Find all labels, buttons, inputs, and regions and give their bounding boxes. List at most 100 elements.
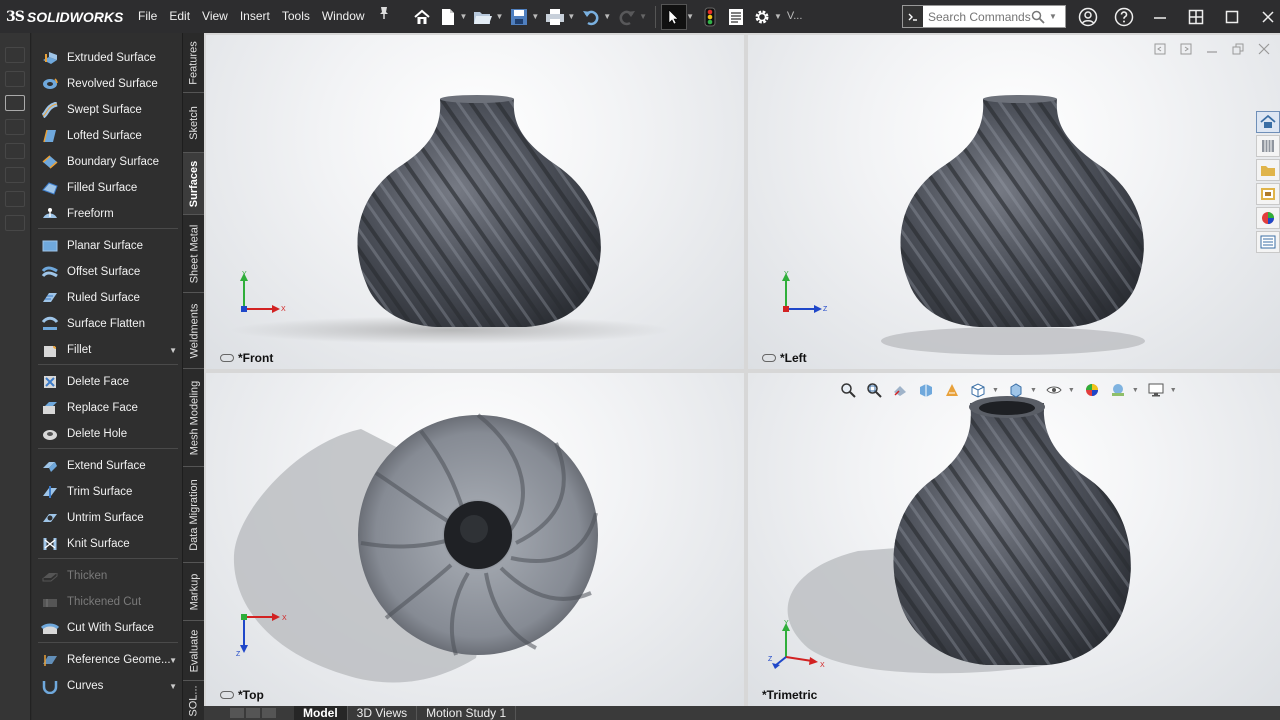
swept-surface-button[interactable]: Swept Surface bbox=[32, 98, 182, 122]
extend-surface-button[interactable]: Extend Surface bbox=[32, 454, 182, 478]
previous-view-icon[interactable] bbox=[888, 379, 912, 401]
ghost-tool-icon[interactable] bbox=[5, 143, 25, 159]
maximize-icon[interactable] bbox=[1214, 0, 1250, 33]
dynamic-annotation-icon[interactable] bbox=[940, 379, 964, 401]
scroll-prev-icon[interactable] bbox=[246, 708, 260, 718]
apply-scene-icon[interactable] bbox=[1106, 379, 1130, 401]
tab-data-migration[interactable]: Data Migration bbox=[183, 467, 205, 563]
minimize-icon[interactable] bbox=[1142, 0, 1178, 33]
viewport-front[interactable]: Y X *Front bbox=[206, 35, 744, 369]
tab-markup[interactable]: Markup bbox=[183, 563, 205, 621]
help-icon[interactable] bbox=[1106, 0, 1142, 33]
appearances-icon[interactable] bbox=[1256, 207, 1280, 229]
file-explorer-icon[interactable] bbox=[1256, 159, 1280, 181]
view-settings-icon[interactable] bbox=[1144, 379, 1168, 401]
tab-sheet-metal[interactable]: Sheet Metal bbox=[183, 215, 205, 293]
edit-appearance-icon[interactable] bbox=[1080, 379, 1104, 401]
cut-with-surface-button[interactable]: Cut With Surface bbox=[32, 616, 182, 640]
ghost-tool-icon[interactable] bbox=[5, 167, 25, 183]
planar-surface-button[interactable]: Planar Surface bbox=[32, 234, 182, 258]
solidworks-resources-home-icon[interactable] bbox=[1256, 111, 1280, 133]
search-commands-box[interactable]: ▼ bbox=[902, 5, 1066, 28]
print-dropdown-caret[interactable]: ▼ bbox=[567, 12, 575, 21]
print-icon[interactable] bbox=[542, 4, 568, 30]
file-properties-icon[interactable] bbox=[723, 4, 749, 30]
freeform-button[interactable]: Freeform bbox=[32, 202, 182, 226]
menu-edit[interactable]: Edit bbox=[163, 0, 196, 33]
link-views-icon[interactable] bbox=[1154, 43, 1166, 55]
untrim-surface-button[interactable]: Untrim Surface bbox=[32, 506, 182, 530]
section-view-icon[interactable] bbox=[914, 379, 938, 401]
select-dropdown-caret[interactable]: ▼ bbox=[686, 12, 694, 21]
rebuild-traffic-light-icon[interactable] bbox=[697, 4, 723, 30]
options-gear-icon[interactable] bbox=[749, 4, 775, 30]
surface-flatten-button[interactable]: Surface Flatten bbox=[32, 312, 182, 336]
filled-surface-button[interactable]: Filled Surface bbox=[32, 176, 182, 200]
boundary-surface-button[interactable]: Boundary Surface bbox=[32, 150, 182, 174]
design-library-icon[interactable] bbox=[1256, 135, 1280, 157]
ghost-tool-icon[interactable] bbox=[5, 191, 25, 207]
ruled-surface-button[interactable]: Ruled Surface bbox=[32, 286, 182, 310]
view-palette-icon[interactable] bbox=[1256, 183, 1280, 205]
hide-show-items-icon[interactable] bbox=[1042, 379, 1066, 401]
undo-dropdown-caret[interactable]: ▼ bbox=[603, 12, 611, 21]
tab-model[interactable]: Model bbox=[294, 706, 348, 720]
tab-evaluate[interactable]: Evaluate bbox=[183, 621, 205, 681]
revolved-surface-button[interactable]: Revolved Surface bbox=[32, 72, 182, 96]
menu-file[interactable]: File bbox=[132, 0, 163, 33]
save-icon[interactable] bbox=[506, 4, 532, 30]
options-dropdown-caret[interactable]: ▼ bbox=[774, 12, 782, 21]
ghost-tool-icon[interactable] bbox=[5, 47, 25, 63]
view-settings-caret[interactable]: ▼ bbox=[1170, 387, 1177, 394]
user-account-icon[interactable] bbox=[1070, 0, 1106, 33]
delete-face-button[interactable]: Delete Face bbox=[32, 370, 182, 394]
undo-icon[interactable] bbox=[578, 4, 604, 30]
search-dropdown-caret[interactable]: ▼ bbox=[1049, 12, 1060, 21]
ghost-tool-icon[interactable] bbox=[5, 119, 25, 135]
reference-geometry-dropdown-caret[interactable]: ▼ bbox=[169, 656, 177, 665]
scroll-next-icon[interactable] bbox=[262, 708, 276, 718]
home-icon[interactable] bbox=[409, 4, 435, 30]
tab-weldments[interactable]: Weldments bbox=[183, 293, 205, 369]
hide-show-caret[interactable]: ▼ bbox=[1068, 387, 1075, 394]
viewport-left[interactable]: Y Z *Left bbox=[748, 35, 1280, 369]
fillet-dropdown-caret[interactable]: ▼ bbox=[169, 346, 177, 355]
ghost-tool-icon[interactable] bbox=[5, 215, 25, 231]
zoom-to-fit-icon[interactable] bbox=[836, 379, 860, 401]
viewport-top[interactable]: Z X *Top bbox=[206, 373, 744, 706]
tab-mesh-modeling[interactable]: Mesh Modeling bbox=[183, 369, 205, 467]
solidworks-logo[interactable]: 3S SOLIDWORKS bbox=[0, 0, 128, 33]
replace-face-button[interactable]: Replace Face bbox=[32, 396, 182, 420]
viewport-close-icon[interactable] bbox=[1258, 43, 1270, 55]
toolbar-overflow-label[interactable]: V... bbox=[785, 0, 805, 33]
save-dropdown-caret[interactable]: ▼ bbox=[531, 12, 539, 21]
reference-geometry-button[interactable]: Reference Geome... ▼ bbox=[32, 648, 182, 672]
tab-motion-study[interactable]: Motion Study 1 bbox=[417, 706, 517, 720]
sync-views-icon[interactable] bbox=[1180, 43, 1192, 55]
display-style-caret[interactable]: ▼ bbox=[1030, 387, 1037, 394]
tab-3d-views[interactable]: 3D Views bbox=[348, 706, 418, 720]
extruded-surface-button[interactable]: Extruded Surface bbox=[32, 46, 182, 70]
menu-insert[interactable]: Insert bbox=[234, 0, 276, 33]
curves-dropdown-caret[interactable]: ▼ bbox=[169, 682, 177, 691]
new-dropdown-caret[interactable]: ▼ bbox=[460, 12, 468, 21]
fillet-button[interactable]: Fillet ▼ bbox=[32, 338, 182, 362]
viewport-restore-icon[interactable] bbox=[1232, 43, 1244, 55]
display-style-icon[interactable] bbox=[1004, 379, 1028, 401]
curves-button[interactable]: Curves ▼ bbox=[32, 674, 182, 698]
ghost-tool-icon[interactable] bbox=[5, 71, 25, 87]
apply-scene-caret[interactable]: ▼ bbox=[1132, 387, 1139, 394]
custom-properties-icon[interactable] bbox=[1256, 231, 1280, 253]
tab-features[interactable]: Features bbox=[183, 33, 205, 93]
tab-sketch[interactable]: Sketch bbox=[183, 93, 205, 153]
lofted-surface-button[interactable]: Lofted Surface bbox=[32, 124, 182, 148]
pin-icon[interactable] bbox=[371, 0, 397, 26]
viewport-minimize-icon[interactable] bbox=[1206, 43, 1218, 55]
search-icon[interactable] bbox=[1031, 10, 1049, 24]
menu-tools[interactable]: Tools bbox=[276, 0, 316, 33]
select-cursor-button[interactable] bbox=[661, 3, 688, 30]
delete-hole-button[interactable]: Delete Hole bbox=[32, 422, 182, 446]
surface-tool-icon[interactable] bbox=[5, 95, 25, 111]
zoom-to-area-icon[interactable] bbox=[862, 379, 886, 401]
tile-windows-icon[interactable] bbox=[1178, 0, 1214, 33]
